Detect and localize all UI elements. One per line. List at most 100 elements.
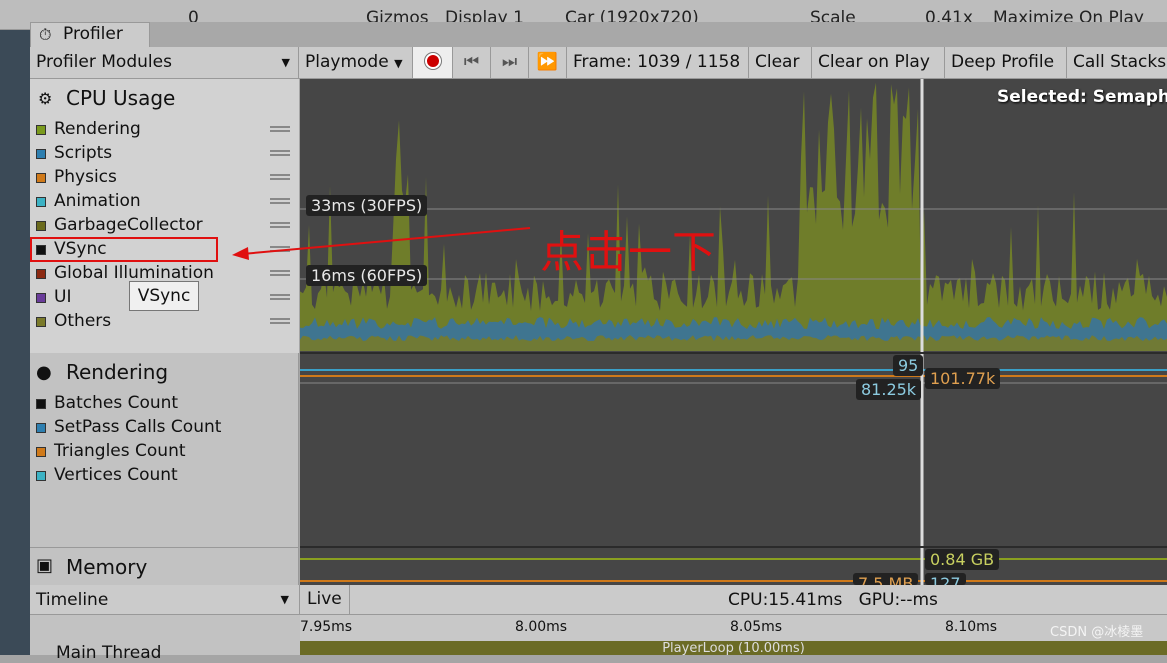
- highlight-box: [30, 237, 218, 262]
- item-label: Batches Count: [54, 393, 179, 413]
- batches-value: 81.25k: [856, 379, 922, 400]
- color-swatch: [36, 149, 46, 159]
- live-button[interactable]: Live: [300, 585, 350, 614]
- tick-label: 8.05ms: [730, 619, 783, 635]
- rendering-icon: ●: [36, 362, 52, 383]
- memory-value: 7.5 MB: [853, 573, 919, 585]
- rendering-module-title: Rendering: [66, 360, 169, 384]
- divider: [300, 546, 1167, 548]
- chevron-down-icon: ▼: [281, 56, 290, 69]
- deep-profile-button[interactable]: Deep Profile: [945, 47, 1067, 78]
- item-label: GarbageCollector: [54, 215, 203, 235]
- rendering-legend-item[interactable]: SetPass Calls Count: [36, 416, 221, 438]
- item-label: SetPass Calls Count: [54, 417, 222, 437]
- drag-handle[interactable]: [270, 318, 290, 324]
- drag-handle[interactable]: [270, 198, 290, 204]
- frame-counter: Frame: 1039 / 1158: [567, 47, 749, 78]
- record-icon: [424, 53, 441, 69]
- cpu-legend-item[interactable]: Others: [36, 310, 111, 332]
- tab-profiler[interactable]: ⏱ Profiler: [30, 22, 150, 47]
- drag-handle[interactable]: [270, 150, 290, 156]
- record-button[interactable]: [413, 47, 453, 78]
- profiler-toolbar: Profiler Modules ▼ Playmode ▼ ⏮ ⏭ ⏩ Frame…: [30, 47, 1167, 79]
- rendering-legend-item[interactable]: Triangles Count: [36, 440, 186, 462]
- annotation-arrow: [232, 227, 531, 260]
- call-stacks-button[interactable]: Call Stacks: [1067, 47, 1167, 78]
- prev-frame-button[interactable]: ⏮: [453, 47, 491, 78]
- scene-view-edge: [0, 30, 30, 655]
- color-swatch: [36, 423, 46, 433]
- color-swatch: [36, 317, 46, 327]
- memory-chip-icon: ▣: [36, 555, 54, 576]
- thread-list: Main Thread: [30, 615, 300, 663]
- color-swatch: [36, 197, 46, 207]
- color-swatch: [36, 125, 46, 135]
- cpu-legend-item[interactable]: Physics: [36, 166, 117, 188]
- item-label: UI: [54, 287, 72, 307]
- tick-label: 7.95ms: [300, 619, 353, 635]
- item-label: Others: [54, 311, 112, 331]
- color-swatch: [36, 269, 46, 279]
- rendering-area: [300, 82, 1167, 351]
- profiler-icon: ⏱: [39, 25, 52, 44]
- selected-label: Selected: Semaphore: [997, 87, 1167, 107]
- profiler-charts[interactable]: Selected: Semaphore 33ms (30FPS) 16ms (6…: [300, 79, 1167, 585]
- rendering-legend-item[interactable]: Vertices Count: [36, 464, 178, 486]
- module-list: ⚙ CPU Usage Rendering Scripts Physics Anima…: [30, 79, 299, 585]
- view-mode-label: Timeline: [36, 590, 109, 610]
- drag-handle[interactable]: [270, 126, 290, 132]
- fast-forward-icon: ⏩: [536, 52, 559, 72]
- color-swatch: [36, 399, 46, 409]
- memory-module-title: Memory: [66, 555, 148, 579]
- playerloop-bar[interactable]: PlayerLoop (10.00ms): [300, 641, 1167, 656]
- playerloop-label: PlayerLoop (10.00ms): [662, 641, 805, 656]
- cpu-legend-item[interactable]: Rendering: [36, 118, 141, 140]
- color-swatch: [36, 293, 46, 303]
- playmode-dropdown[interactable]: Playmode ▼: [299, 47, 413, 78]
- tab-label: Profiler: [63, 24, 123, 44]
- profiler-modules-dropdown[interactable]: Profiler Modules ▼: [30, 47, 299, 78]
- rendering-legend-item[interactable]: Batches Count: [36, 392, 178, 414]
- color-swatch: [36, 221, 46, 231]
- time-ruler: 7.95ms 8.00ms 8.05ms 8.10ms CSDN @冰棱墨: [300, 615, 1167, 641]
- color-swatch: [36, 471, 46, 481]
- next-frame-button[interactable]: ⏭: [491, 47, 529, 78]
- current-frame-button[interactable]: ⏩: [529, 47, 567, 78]
- triangles-value: 101.77k: [925, 368, 1001, 389]
- view-mode-dropdown[interactable]: Timeline ▼: [30, 585, 300, 615]
- clear-button[interactable]: Clear: [749, 47, 812, 78]
- cpu-icon: ⚙: [38, 89, 53, 108]
- drag-handle[interactable]: [270, 174, 290, 180]
- tooltip: VSync: [129, 281, 199, 311]
- annotation-text: 点击一下: [540, 227, 716, 278]
- color-swatch: [36, 173, 46, 183]
- cpu-legend-item[interactable]: GarbageCollector: [36, 214, 203, 236]
- memory-count-value: 127: [925, 573, 966, 585]
- fps30-label: 33ms (30FPS): [306, 195, 428, 216]
- item-label: Rendering: [54, 119, 141, 139]
- drag-handle[interactable]: [270, 294, 290, 300]
- cpu-legend-item[interactable]: Scripts: [36, 142, 112, 164]
- chevron-down-icon: ▼: [280, 593, 289, 606]
- drag-handle[interactable]: [270, 270, 290, 276]
- divider: [300, 352, 1167, 354]
- item-label: Global Illumination: [54, 263, 214, 283]
- tick-label: 8.00ms: [515, 619, 568, 635]
- cpu-legend-item[interactable]: UI: [36, 286, 71, 308]
- setpass-value: 95: [893, 355, 924, 376]
- cpu-module-title: CPU Usage: [66, 86, 176, 110]
- item-label: Animation: [54, 191, 141, 211]
- cpu-legend-item[interactable]: Animation: [36, 190, 141, 212]
- cpu-usage-graph[interactable]: [300, 79, 1167, 585]
- details-toolbar: Live CPU:15.41ms GPU:--ms: [300, 585, 1167, 615]
- playmode-label: Playmode: [305, 52, 389, 72]
- chevron-down-icon: ▼: [394, 57, 403, 70]
- clear-on-play-button[interactable]: Clear on Play: [812, 47, 945, 78]
- item-label: Vertices Count: [54, 465, 178, 485]
- modules-label: Profiler Modules: [36, 52, 172, 72]
- step-back-icon: ⏮: [463, 52, 480, 72]
- tick-label: 8.10ms: [945, 619, 998, 635]
- memory-total-value: 0.84 GB: [925, 549, 1000, 570]
- step-forward-icon: ⏭: [501, 52, 518, 72]
- watermark: CSDN @冰棱墨: [1050, 625, 1144, 640]
